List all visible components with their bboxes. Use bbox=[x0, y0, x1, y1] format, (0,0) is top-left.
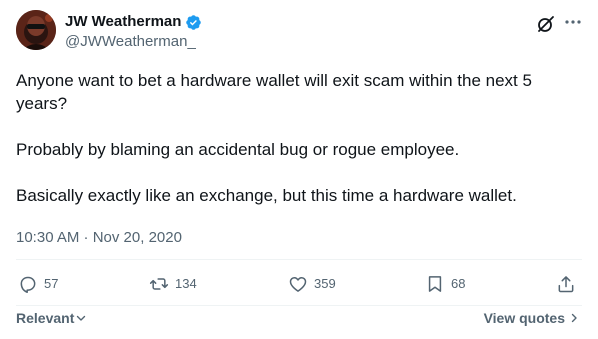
tweet-timestamp[interactable]: 10:30 AM · Nov 20, 2020 bbox=[16, 229, 182, 247]
bookmark-count: 68 bbox=[451, 276, 466, 291]
tweet-text: Anyone want to bet a hardware wallet wil… bbox=[16, 69, 582, 207]
like-icon bbox=[289, 277, 307, 292]
more-icon[interactable] bbox=[563, 12, 583, 32]
replies-sort-dropdown[interactable]: Relevant bbox=[16, 310, 87, 326]
divider bbox=[16, 259, 582, 260]
view-quotes-label: View quotes bbox=[483, 310, 565, 326]
reply-icon bbox=[20, 276, 36, 293]
sort-label: Relevant bbox=[16, 310, 75, 326]
bookmark-icon bbox=[428, 276, 442, 292]
divider bbox=[16, 305, 582, 306]
share-button[interactable] bbox=[556, 274, 576, 294]
like-count: 359 bbox=[314, 276, 336, 291]
verified-badge-icon bbox=[185, 14, 202, 31]
author-name-text: JW Weatherman bbox=[65, 13, 182, 30]
retweet-count: 134 bbox=[175, 276, 197, 291]
tweet-paragraph: Probably by blaming an accidental bug or… bbox=[16, 140, 460, 159]
like-button[interactable]: 359 bbox=[288, 274, 336, 294]
action-bar: 57 134 359 68 bbox=[18, 274, 582, 300]
avatar-image bbox=[16, 10, 56, 50]
retweet-icon bbox=[149, 278, 169, 290]
reply-count: 57 bbox=[44, 276, 59, 291]
reply-button[interactable]: 57 bbox=[18, 274, 58, 294]
share-icon bbox=[558, 276, 574, 293]
chevron-down-icon bbox=[77, 315, 86, 321]
grok-icon[interactable] bbox=[536, 14, 556, 34]
avatar[interactable] bbox=[16, 10, 56, 50]
tweet-paragraph: Basically exactly like an exchange, but … bbox=[16, 186, 517, 205]
tweet-paragraph: Anyone want to bet a hardware wallet wil… bbox=[16, 71, 532, 113]
bookmark-button[interactable]: 68 bbox=[425, 274, 465, 294]
retweet-button[interactable]: 134 bbox=[149, 274, 197, 294]
chevron-right-icon bbox=[571, 313, 577, 323]
author-name[interactable]: JW Weatherman bbox=[65, 13, 202, 31]
author-handle[interactable]: @JWWeatherman_ bbox=[65, 33, 196, 51]
tweet: JW Weatherman @JWWeatherman_ Anyone want… bbox=[0, 0, 598, 339]
view-quotes-link[interactable]: View quotes bbox=[484, 310, 580, 326]
